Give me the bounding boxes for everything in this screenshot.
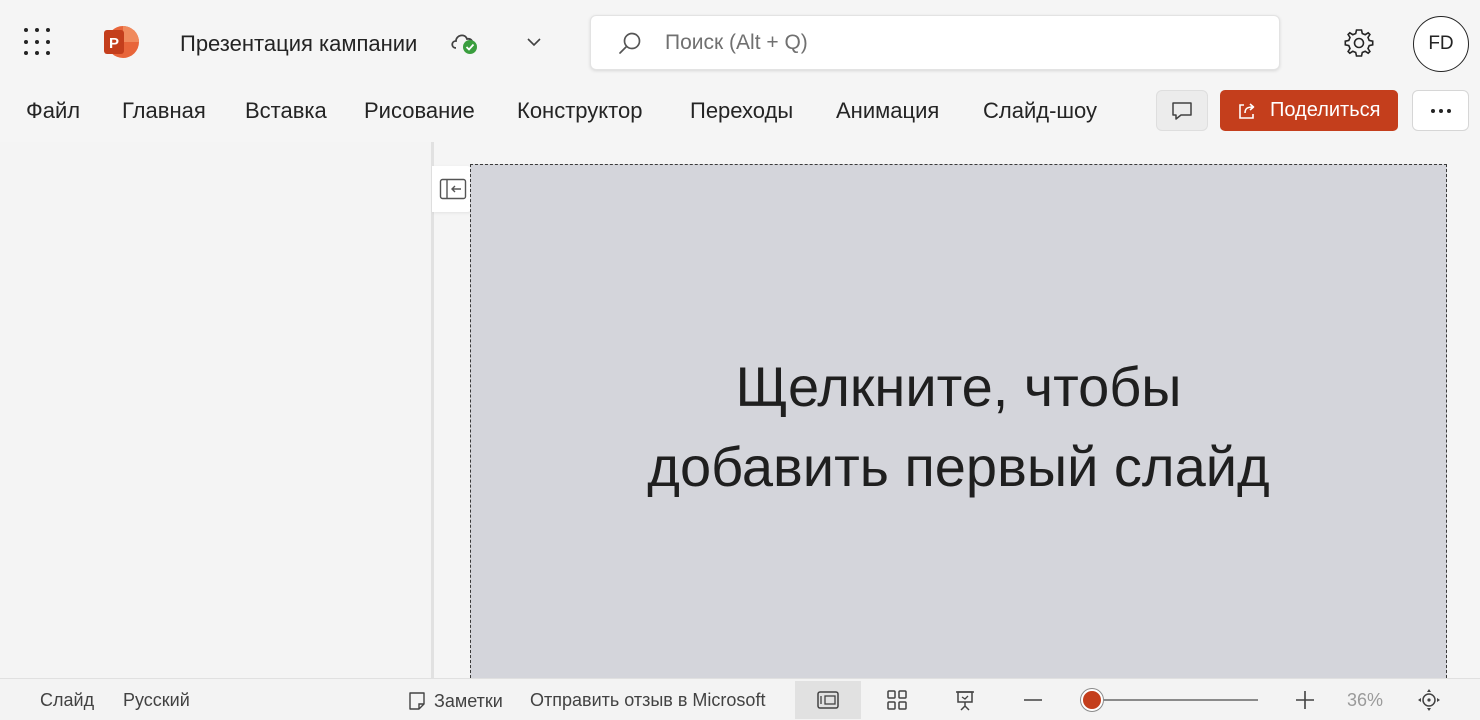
share-icon [1239,102,1255,119]
add-first-slide-placeholder[interactable]: Щелкните, чтобы добавить первый слайд [470,164,1447,678]
more-icon[interactable] [1412,90,1469,131]
zoom-in-icon[interactable] [1292,687,1318,713]
document-title[interactable]: Презентация кампании [180,31,417,57]
tab-slideshow[interactable]: Слайд-шоу [983,98,1097,124]
app-window: P Презентация кампании FD Фа [0,0,1480,720]
tab-animations[interactable]: Анимация [836,98,939,124]
tab-draw[interactable]: Рисование [364,98,475,124]
ribbon-tabs: Файл Главная Вставка Рисование Конструкт… [0,88,1150,132]
normal-view-button[interactable] [795,681,861,719]
placeholder-line-2: добавить первый слайд [647,434,1270,498]
reading-view-button[interactable] [932,681,998,719]
notes-label: Заметки [434,690,503,711]
reading-view-icon [956,691,974,711]
comment-icon [1172,101,1192,120]
waffle-icon[interactable] [24,28,52,56]
share-label: Поделиться [1270,99,1381,121]
search-icon [619,32,641,54]
powerpoint-icon: P [104,26,139,58]
app-letter: P [109,35,119,52]
placeholder-text: Щелкните, чтобы добавить первый слайд [559,347,1359,507]
placeholder-line-1: Щелкните, чтобы [735,354,1182,418]
status-bar: Слайд Русский Заметки Отправить отзыв в … [0,678,1480,720]
fit-to-window-icon[interactable] [1416,687,1442,713]
slide-indicator: Слайд [40,690,95,710]
search-box[interactable] [590,15,1280,70]
slide-sorter-button[interactable] [864,681,930,719]
tab-file[interactable]: Файл [26,98,80,124]
avatar[interactable]: FD [1413,16,1469,72]
comments-button[interactable] [1156,90,1208,131]
slide-thumbnail-pane[interactable] [0,142,432,678]
search-input[interactable] [665,28,1255,58]
notes-button[interactable]: Заметки [406,689,503,713]
zoom-slider-thumb[interactable] [1081,689,1103,711]
zoom-slider-track[interactable] [1090,699,1258,701]
tab-insert[interactable]: Вставка [245,98,327,124]
language-indicator[interactable]: Русский [123,690,190,711]
cloud-check-icon[interactable] [448,28,480,56]
notes-icon [409,692,425,710]
gear-icon[interactable] [1342,26,1376,60]
tab-transitions[interactable]: Переходы [690,98,793,124]
share-button[interactable]: Поделиться [1220,90,1398,131]
tab-home[interactable]: Главная [122,98,206,124]
normal-view-icon [817,691,839,709]
collapse-pane-icon [439,178,466,200]
zoom-out-icon[interactable] [1021,689,1045,711]
tab-design[interactable]: Конструктор [517,98,642,124]
feedback-link[interactable]: Отправить отзыв в Microsoft [530,690,765,711]
collapse-pane-button[interactable] [432,166,473,212]
zoom-percentage[interactable]: 36% [1347,690,1383,711]
title-bar: P Презентация кампании FD [0,0,1480,84]
slide-sorter-icon [887,690,907,710]
chevron-down-icon[interactable] [524,33,544,51]
